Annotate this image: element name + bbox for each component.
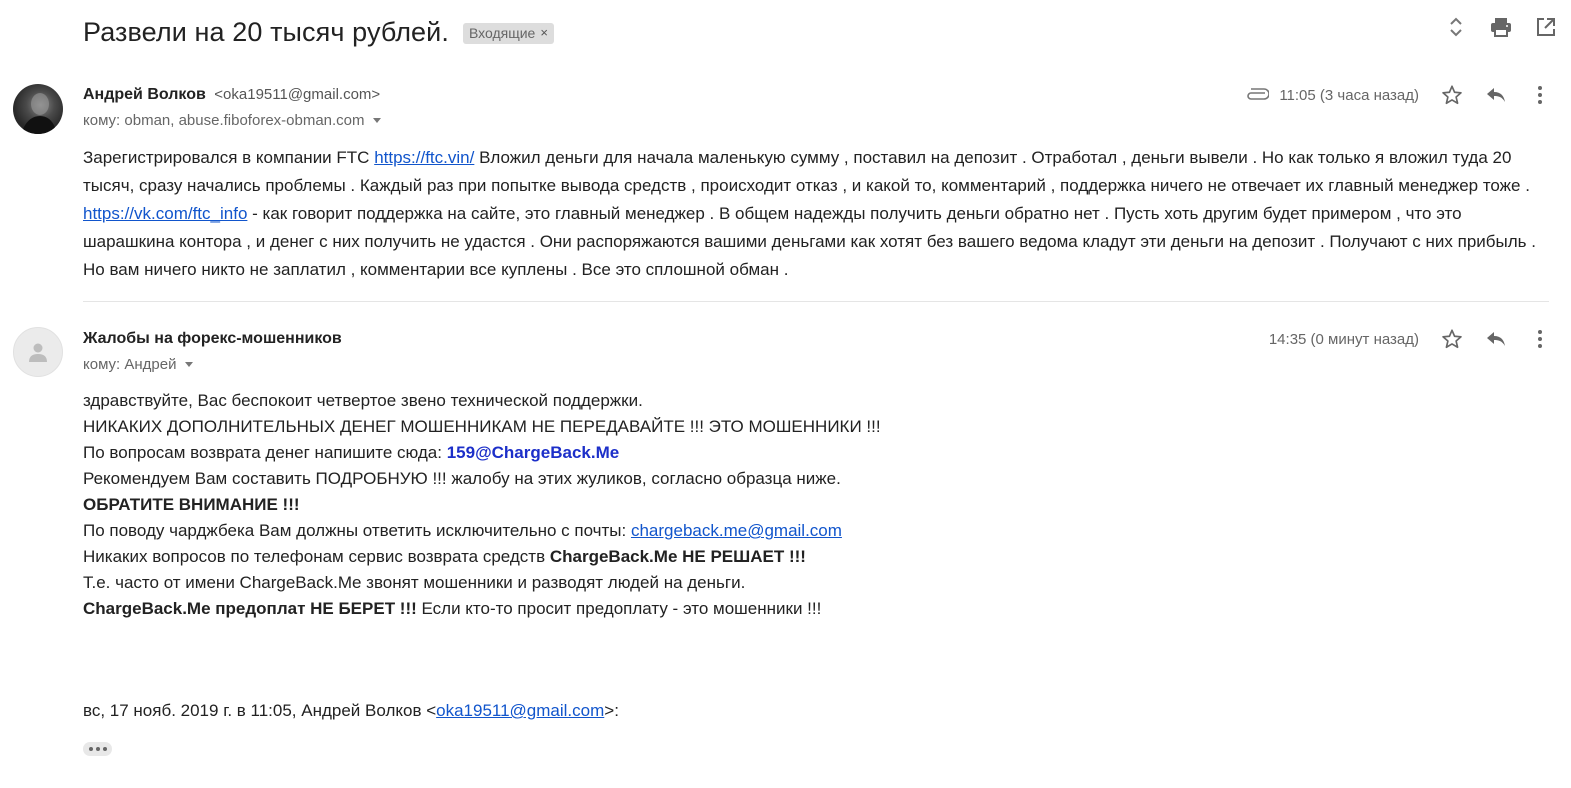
body-line: По вопросам возврата денег напишите сюда… (83, 440, 881, 466)
body-line: здравствуйте, Вас беспокоит четвертое зв… (83, 391, 643, 410)
body-text: По поводу чарджбека Вам должны ответить … (83, 521, 631, 540)
sender-line: Жалобы на форекс-мошенников (83, 330, 342, 348)
quote-suffix: >: (604, 701, 619, 720)
chargeback-email-text: 159@ChargeBack.Me (446, 443, 620, 462)
body-line: Никаких вопросов по телефонам сервис воз… (83, 544, 881, 570)
recipients-line: кому: Андрей (83, 356, 193, 373)
expand-all-icon[interactable] (1445, 16, 1467, 38)
star-icon[interactable] (1441, 328, 1463, 350)
message-body: здравствуйте, Вас беспокоит четвертое зв… (83, 388, 881, 622)
reply-icon[interactable] (1485, 328, 1507, 350)
sender-avatar (13, 84, 63, 134)
message-meta: 14:35 (0 минут назад) (1269, 328, 1551, 350)
sender-name[interactable]: Жалобы на форекс-мошенников (83, 330, 342, 347)
link-vk[interactable]: https://vk.com/ftc_info (83, 204, 247, 223)
star-icon[interactable] (1441, 84, 1463, 106)
body-line: Рекомендуем Вам составить ПОДРОБНУЮ !!! … (83, 469, 841, 488)
body-line: Т.е. часто от имени ChargeBack.Me звонят… (83, 573, 746, 592)
body-text: Если кто-то просит предоплату - это моше… (416, 599, 822, 618)
recipients-text: кому: Андрей (83, 356, 177, 373)
show-details-icon[interactable] (184, 362, 193, 367)
print-icon[interactable] (1490, 16, 1512, 38)
quote-email-link[interactable]: oka19511@gmail.com (436, 701, 604, 720)
person-icon (29, 343, 47, 362)
body-text-bold: ChargeBack.Me НЕ РЕШАЕТ !!! (549, 547, 806, 566)
recipients-text: кому: obman, abuse.fiboforex-obman.com (83, 112, 365, 129)
open-new-window-icon[interactable] (1535, 16, 1557, 38)
body-line: По поводу чарджбека Вам должны ответить … (83, 518, 881, 544)
body-text: Никаких вопросов по телефонам сервис воз… (83, 547, 550, 566)
link-chargeback-gmail[interactable]: chargeback.me@gmail.com (631, 521, 842, 540)
sender-line: Андрей Волков <oka19511@gmail.com> (83, 86, 380, 104)
more-options-icon[interactable] (1529, 84, 1551, 106)
sender-name[interactable]: Андрей Волков (83, 86, 206, 103)
attachment-icon (1245, 88, 1270, 102)
label-inbox[interactable]: Входящие × (462, 22, 554, 44)
thread-header: Развели на 20 тысяч рублей. Входящие × (83, 12, 554, 52)
sender-avatar-generic (13, 327, 63, 377)
remove-label-icon[interactable]: × (540, 25, 548, 40)
message-divider (83, 301, 1549, 302)
message-body: Зарегистрировался в компании FTC https:/… (83, 144, 1553, 284)
sender-email: <oka19511@gmail.com> (214, 86, 381, 103)
more-options-icon[interactable] (1529, 328, 1551, 350)
quote-prefix: вс, 17 нояб. 2019 г. в 11:05, Андрей Вол… (83, 701, 437, 720)
body-text: По вопросам возврата денег напишите сюда… (83, 443, 447, 462)
show-details-icon[interactable] (372, 118, 381, 123)
thread-toolbar (1445, 16, 1557, 38)
body-text-1: Зарегистрировался в компании FTC (83, 148, 375, 167)
quoted-header: вс, 17 нояб. 2019 г. в 11:05, Андрей Вол… (83, 701, 619, 721)
show-trimmed-content-button[interactable] (83, 742, 112, 756)
body-line: НИКАКИХ ДОПОЛНИТЕЛЬНЫХ ДЕНЕГ МОШЕННИКАМ … (83, 417, 881, 436)
body-line-bold: ОБРАТИТЕ ВНИМАНИЕ !!! (83, 495, 300, 514)
body-text-bold: ChargeBack.Me предоплат НЕ БЕРЕТ !!! (83, 599, 417, 618)
message-meta: 11:05 (3 часа назад) (1245, 84, 1551, 106)
message-time: 14:35 (0 минут назад) (1268, 330, 1419, 348)
body-line: ChargeBack.Me предоплат НЕ БЕРЕТ !!! Есл… (83, 596, 881, 622)
body-text-3: - как говорит поддержка на сайте, это гл… (83, 204, 1536, 279)
recipients-line: кому: obman, abuse.fiboforex-obman.com (83, 112, 381, 129)
message-time: 11:05 (3 часа назад) (1279, 86, 1419, 104)
reply-icon[interactable] (1485, 84, 1507, 106)
label-inbox-text: Входящие (468, 24, 536, 41)
subject-title: Развели на 20 тысяч рублей. (83, 16, 449, 47)
link-ftc[interactable]: https://ftc.vin/ (374, 148, 474, 167)
